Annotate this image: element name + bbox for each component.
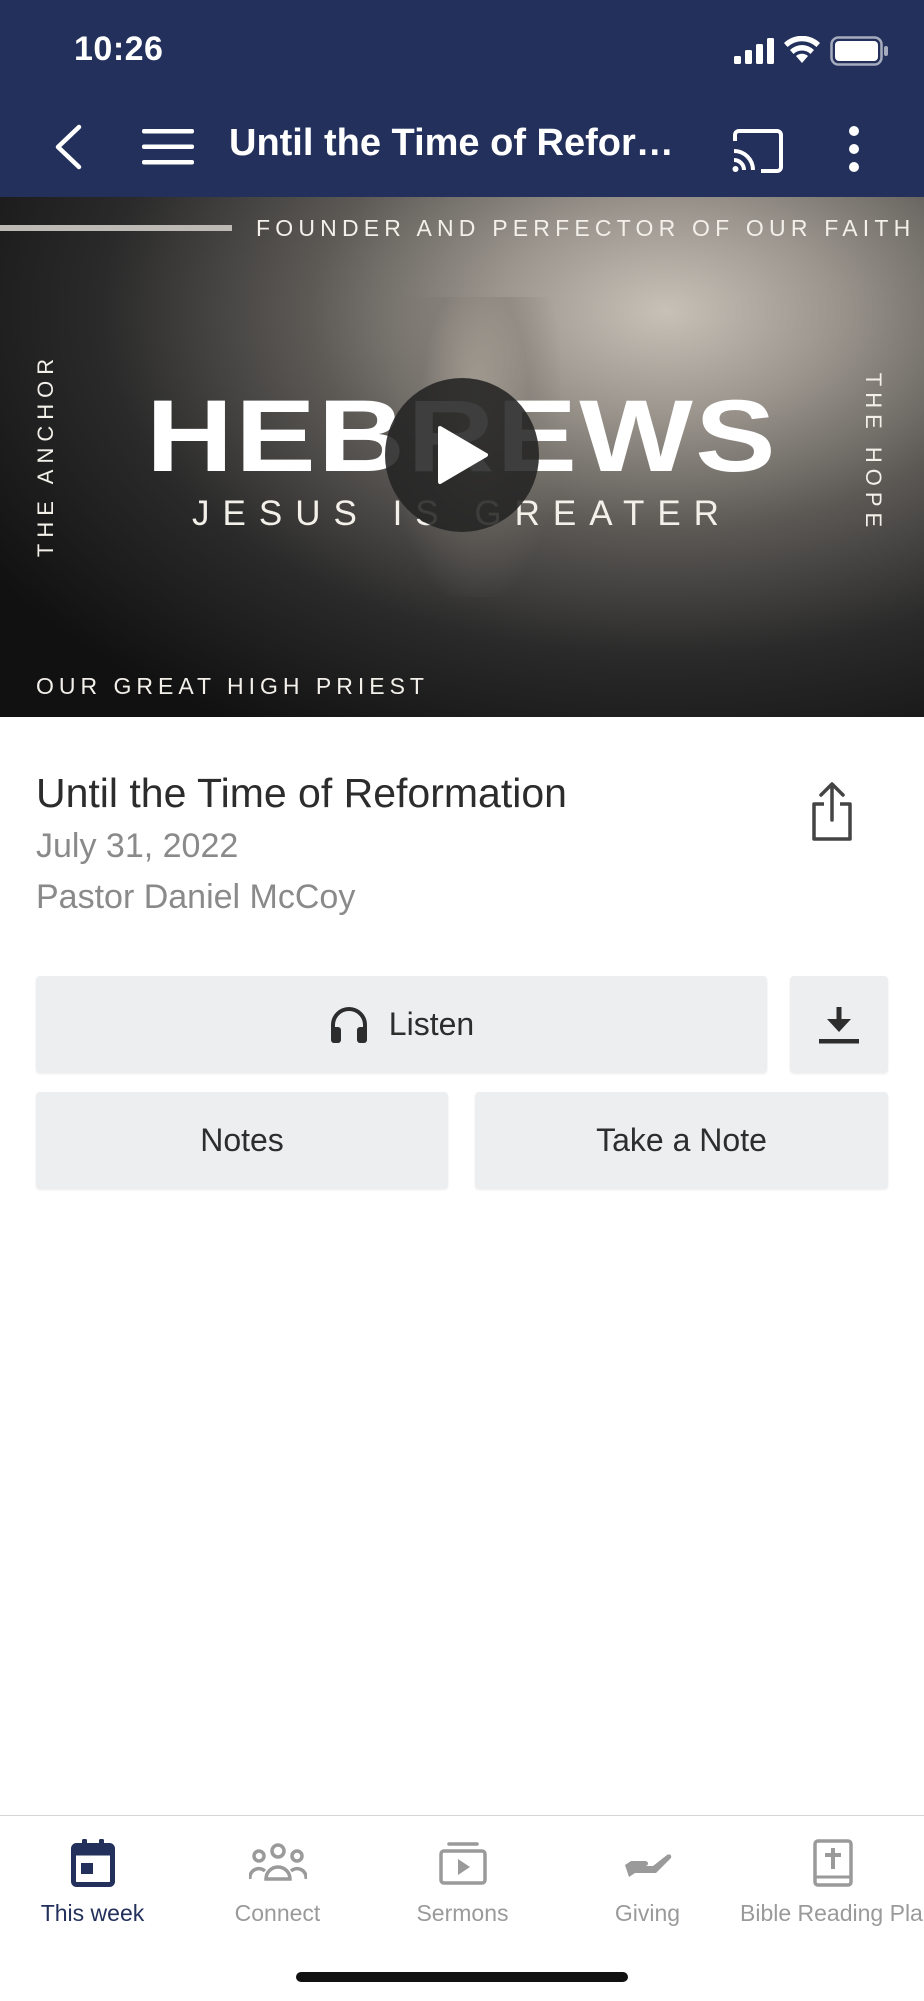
headphones-icon	[329, 1006, 369, 1044]
app-header: 10:26 Until the Time of Reformat	[0, 0, 924, 197]
take-a-note-button[interactable]: Take a Note	[475, 1092, 888, 1189]
tab-this-week[interactable]: This week	[0, 1832, 185, 1952]
cast-button[interactable]	[718, 118, 798, 184]
share-icon	[812, 782, 852, 841]
sermon-info: Until the Time of Reformation July 31, 2…	[36, 770, 567, 917]
more-vertical-icon	[849, 126, 859, 172]
download-icon	[819, 1006, 859, 1043]
video-icon	[438, 1842, 487, 1885]
tab-bible-reading-plan[interactable]: Bible Reading Plan	[740, 1832, 924, 1952]
hand-icon	[624, 1854, 671, 1877]
listen-label: Listen	[388, 1006, 475, 1042]
menu-button[interactable]	[128, 114, 208, 180]
share-button[interactable]	[800, 776, 864, 848]
calendar-icon	[70, 1839, 115, 1887]
tab-giving[interactable]: Giving	[555, 1832, 740, 1952]
sermon-video-thumbnail[interactable]: FOUNDER AND PERFECTOR OF OUR FAITH THE A…	[0, 197, 924, 717]
tab-label: Giving	[614, 1900, 681, 1926]
cellular-signal-icon	[734, 38, 774, 64]
tab-sermons[interactable]: Sermons	[370, 1832, 555, 1952]
chevron-left-icon	[55, 124, 82, 170]
sermon-speaker: Pastor Daniel McCoy	[36, 878, 356, 916]
status-icons	[734, 34, 894, 68]
cast-icon	[732, 129, 783, 173]
play-button[interactable]	[385, 378, 539, 532]
listen-button[interactable]: Listen	[36, 976, 767, 1073]
wifi-icon	[784, 36, 820, 63]
hero-top-text: FOUNDER AND PERFECTOR OF OUR FAITH	[256, 215, 916, 241]
back-button[interactable]	[40, 114, 96, 180]
notes-button[interactable]: Notes	[36, 1092, 448, 1189]
tab-label: Connect	[234, 1900, 321, 1926]
tab-label: Sermons	[416, 1900, 509, 1926]
bible-icon	[812, 1839, 853, 1887]
tab-label: Bible Reading Plan	[740, 1900, 924, 1926]
sermon-date: July 31, 2022	[36, 827, 239, 865]
sermon-title: Until the Time of Reformation	[36, 770, 567, 816]
hero-accent-line	[0, 225, 232, 231]
tab-label: This week	[40, 1900, 145, 1926]
more-options-button[interactable]	[822, 114, 886, 184]
download-button[interactable]	[790, 976, 888, 1073]
hero-bottom-text: OUR GREAT HIGH PRIEST	[36, 673, 429, 699]
battery-icon	[830, 36, 888, 66]
status-time: 10:26	[74, 30, 164, 68]
hamburger-icon	[142, 129, 194, 165]
tab-connect[interactable]: Connect	[185, 1832, 370, 1952]
page-title: Until the Time of Reformation	[229, 122, 699, 164]
play-icon	[438, 426, 488, 484]
people-icon	[248, 1843, 307, 1881]
home-indicator	[296, 1972, 628, 1982]
